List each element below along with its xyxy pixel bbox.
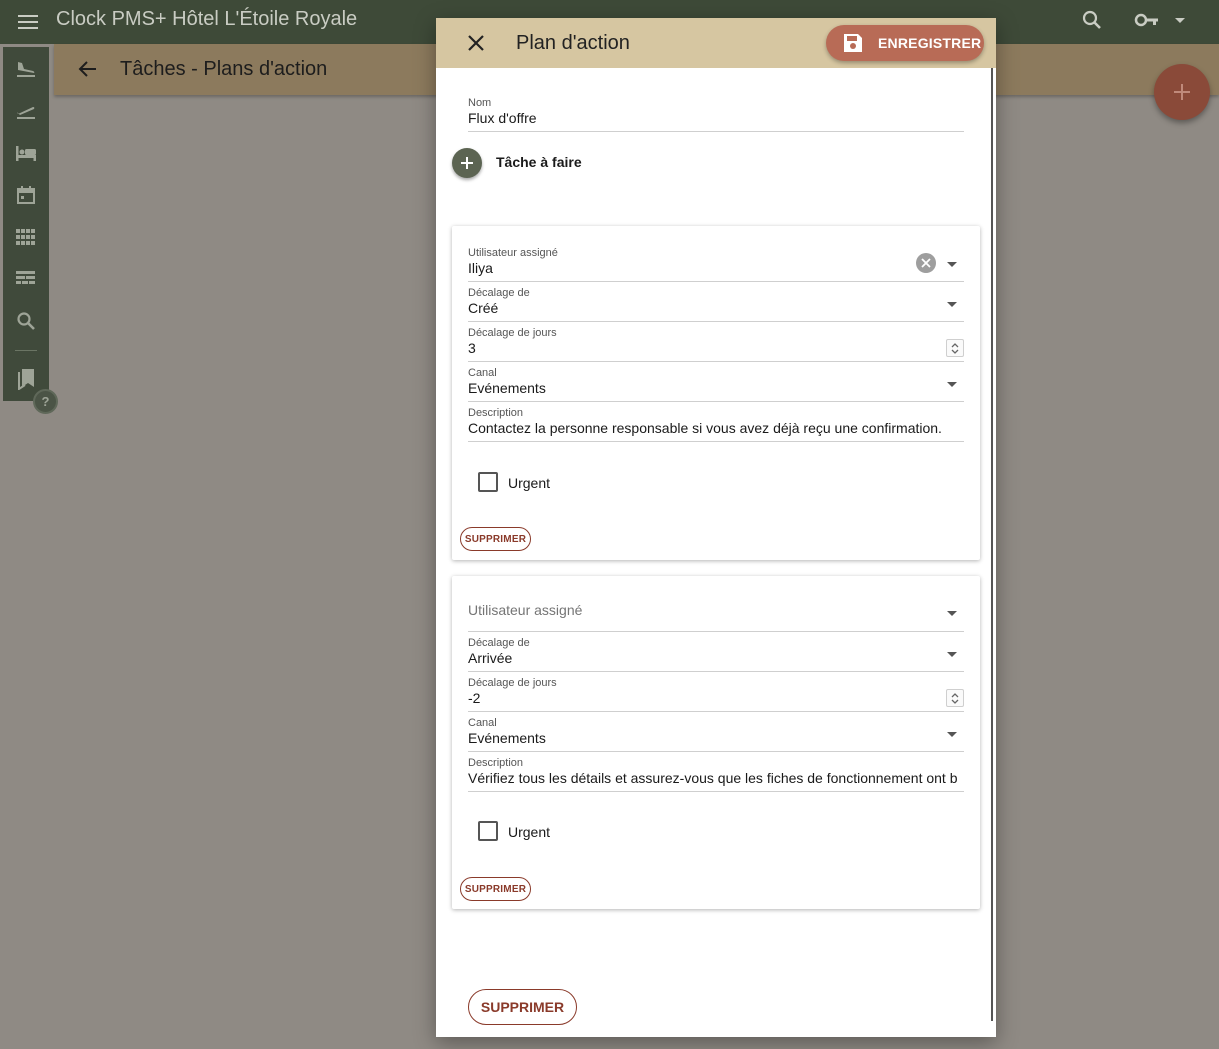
back-arrow-icon[interactable] xyxy=(76,57,100,81)
channel-value: Evénements xyxy=(468,380,546,396)
description-field[interactable]: Description Vérifiez tous les détails et… xyxy=(468,757,964,792)
chevron-down-icon[interactable] xyxy=(946,299,958,311)
add-task-button[interactable] xyxy=(452,148,482,178)
nav-divider xyxy=(15,350,37,351)
offset-from-select[interactable]: Décalage de Créé xyxy=(468,287,964,322)
channel-select[interactable]: Canal Evénements xyxy=(468,717,964,752)
offset-from-value: Créé xyxy=(468,300,499,316)
app-title: Clock PMS+ Hôtel L'Étoile Royale xyxy=(56,8,358,30)
number-stepper[interactable] xyxy=(946,689,964,707)
channel-label: Canal xyxy=(468,717,497,729)
channel-label: Canal xyxy=(468,367,497,379)
chevron-down-icon[interactable] xyxy=(946,608,958,620)
plus-icon xyxy=(461,157,473,169)
search-icon[interactable] xyxy=(14,309,38,333)
delete-task-button[interactable]: SUPPRIMER xyxy=(460,527,531,551)
scrollbar[interactable] xyxy=(991,68,993,1021)
dialog-title: Plan d'action xyxy=(516,32,630,54)
menu-icon[interactable] xyxy=(16,10,40,34)
day-offset-value: 3 xyxy=(468,340,476,356)
name-field[interactable]: Nom Flux d'offre xyxy=(468,97,964,132)
search-icon[interactable] xyxy=(1080,8,1104,32)
urgent-checkbox[interactable] xyxy=(478,472,498,492)
name-label: Nom xyxy=(468,97,492,109)
chevron-down-icon[interactable] xyxy=(946,379,958,391)
task-card: Utilisateur assigné Décalage de Arrivée … xyxy=(452,576,980,909)
description-label: Description xyxy=(468,407,524,419)
offset-from-label: Décalage de xyxy=(468,287,530,299)
departures-icon[interactable] xyxy=(14,99,38,123)
delete-plan-button[interactable]: SUPPRIMER xyxy=(468,989,577,1025)
day-offset-label: Décalage de jours xyxy=(468,677,557,689)
task-card: Utilisateur assigné Iliya Décalage de Cr… xyxy=(452,226,980,560)
description-label: Description xyxy=(468,757,524,769)
delete-task-button[interactable]: SUPPRIMER xyxy=(460,877,531,901)
clear-icon[interactable] xyxy=(916,253,936,273)
day-offset-input[interactable]: Décalage de jours 3 xyxy=(468,327,964,362)
chevron-down-icon[interactable] xyxy=(946,259,958,271)
assigned-user-select[interactable]: Utilisateur assigné xyxy=(468,602,964,632)
rooms-icon[interactable] xyxy=(14,141,38,165)
action-plan-dialog: Plan d'action ENREGISTRER Nom Flux d'off… xyxy=(436,18,996,1037)
urgent-label: Urgent xyxy=(508,475,551,491)
page-title: Tâches - Plans d'action xyxy=(120,58,328,80)
key-icon[interactable] xyxy=(1134,8,1160,32)
day-offset-input[interactable]: Décalage de jours -2 xyxy=(468,677,964,712)
save-button[interactable]: ENREGISTRER xyxy=(826,25,984,61)
add-task-label: Tâche à faire xyxy=(496,154,582,170)
arrivals-icon[interactable] xyxy=(14,57,38,81)
save-icon xyxy=(844,34,862,52)
day-offset-value: -2 xyxy=(468,690,481,706)
urgent-label: Urgent xyxy=(508,824,551,840)
assigned-user-value: Iliya xyxy=(468,260,493,276)
assigned-user-select[interactable]: Utilisateur assigné Iliya xyxy=(468,247,964,282)
dialog-header: Plan d'action ENREGISTRER xyxy=(436,18,996,68)
chevron-down-icon[interactable] xyxy=(946,729,958,741)
calendar-icon[interactable] xyxy=(14,183,38,207)
add-fab-button[interactable] xyxy=(1154,64,1210,120)
description-value: Contactez la personne responsable si vou… xyxy=(468,420,942,436)
account-dropdown-icon[interactable] xyxy=(1170,8,1190,32)
offset-from-label: Décalage de xyxy=(468,637,530,649)
number-stepper[interactable] xyxy=(946,339,964,357)
day-offset-label: Décalage de jours xyxy=(468,327,557,339)
description-value: Vérifiez tous les détails et assurez-vou… xyxy=(468,770,958,786)
urgent-checkbox[interactable] xyxy=(478,821,498,841)
table-icon[interactable] xyxy=(14,267,38,291)
assigned-user-label: Utilisateur assigné xyxy=(468,247,558,259)
channel-select[interactable]: Canal Evénements xyxy=(468,367,964,402)
nav-rail xyxy=(3,47,49,401)
bookmarks-icon[interactable] xyxy=(14,367,38,391)
name-value: Flux d'offre xyxy=(468,110,537,126)
save-label: ENREGISTRER xyxy=(878,35,982,51)
assigned-user-placeholder: Utilisateur assigné xyxy=(468,602,583,618)
grid-icon[interactable] xyxy=(14,225,38,249)
close-icon[interactable] xyxy=(464,31,488,55)
chevron-down-icon[interactable] xyxy=(946,649,958,661)
help-icon[interactable]: ? xyxy=(33,389,58,414)
plus-icon xyxy=(1174,84,1190,100)
description-field[interactable]: Description Contactez la personne respon… xyxy=(468,407,964,442)
channel-value: Evénements xyxy=(468,730,546,746)
offset-from-select[interactable]: Décalage de Arrivée xyxy=(468,637,964,672)
offset-from-value: Arrivée xyxy=(468,650,513,666)
